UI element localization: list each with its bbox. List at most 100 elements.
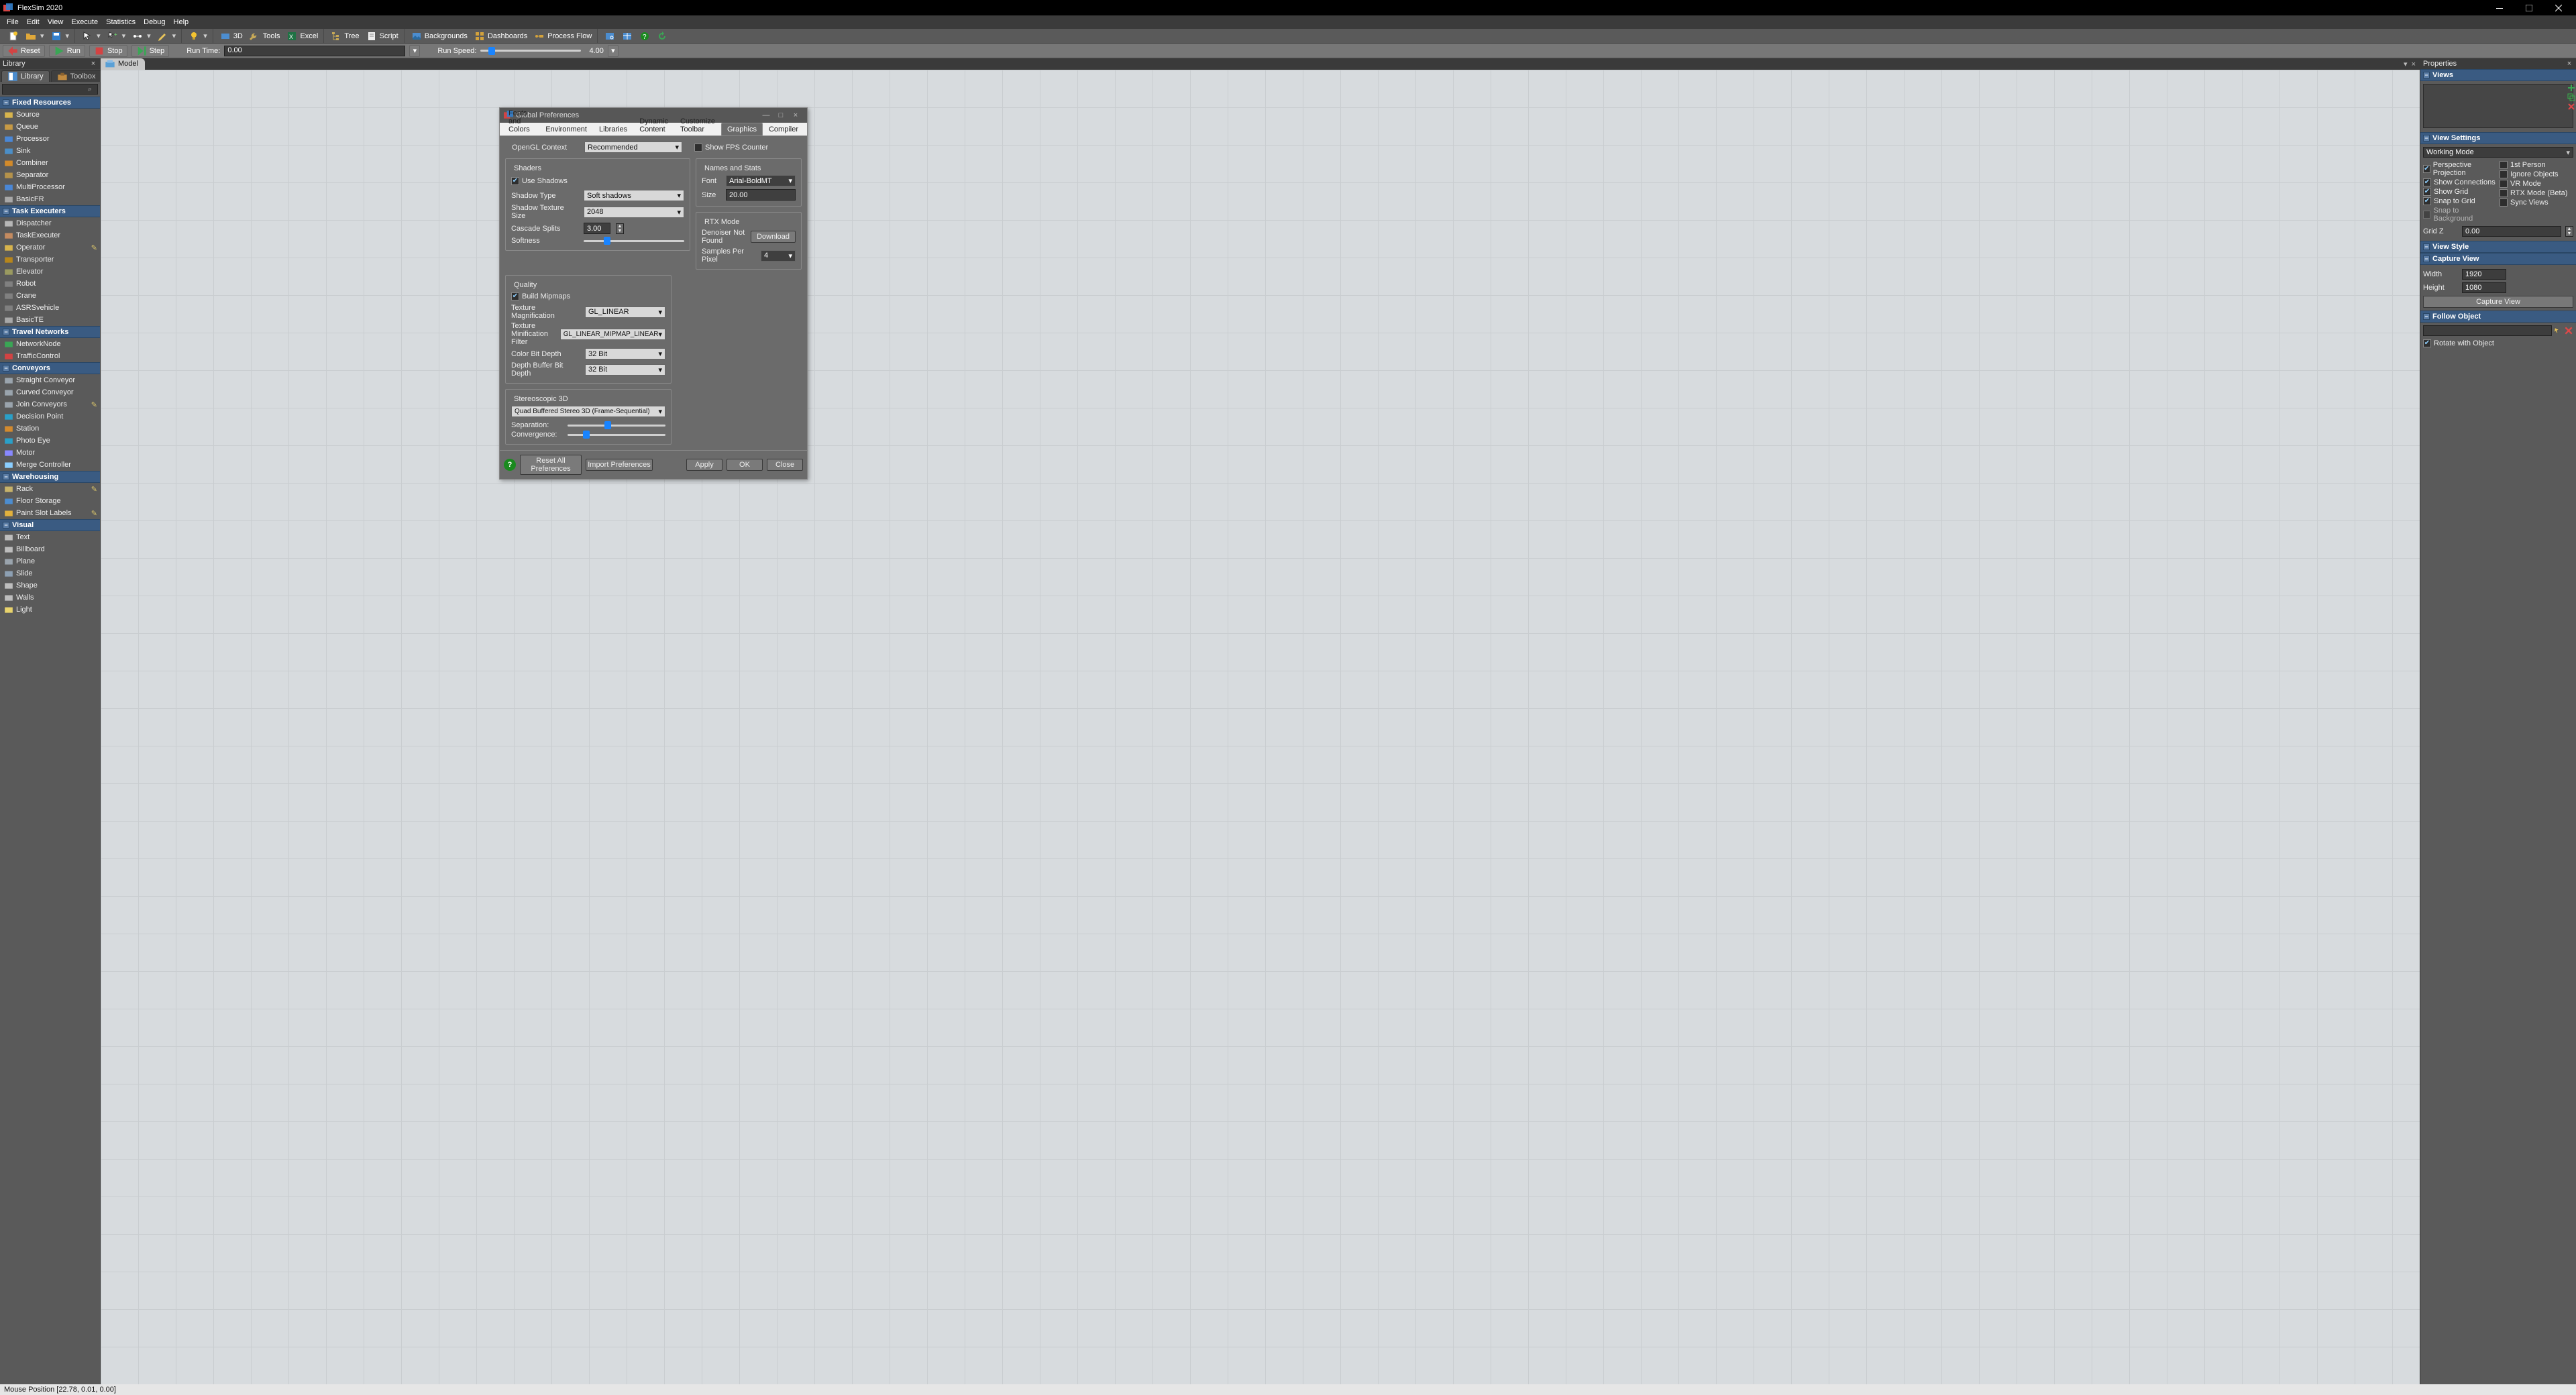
checkbox-1st-person[interactable] bbox=[2500, 161, 2508, 169]
menu-view[interactable]: View bbox=[44, 18, 68, 26]
run-time-dropdown[interactable]: ▾ bbox=[409, 45, 420, 57]
library-item[interactable]: BasicTE bbox=[0, 314, 100, 326]
library-item[interactable]: BasicFR bbox=[0, 193, 100, 205]
depth-buf-select[interactable]: 32 Bit▾ bbox=[585, 364, 665, 376]
library-item[interactable]: TrafficControl bbox=[0, 350, 100, 362]
find-button[interactable] bbox=[602, 30, 618, 42]
library-item[interactable]: Separator bbox=[0, 169, 100, 181]
library-item[interactable]: Light bbox=[0, 604, 100, 616]
library-item[interactable]: Photo Eye bbox=[0, 435, 100, 447]
library-category[interactable]: −Warehousing bbox=[0, 471, 100, 483]
menu-file[interactable]: File bbox=[3, 18, 23, 26]
menu-edit[interactable]: Edit bbox=[23, 18, 44, 26]
apply-button[interactable]: Apply bbox=[686, 459, 722, 471]
use-shadows-checkbox[interactable] bbox=[511, 177, 519, 185]
library-item[interactable]: Join Conveyors✎ bbox=[0, 398, 100, 410]
grid-z-stepper[interactable]: ▲▼ bbox=[2565, 226, 2573, 237]
font-select[interactable]: Arial-BoldMT▾ bbox=[726, 175, 796, 186]
cascade-splits-stepper[interactable]: ▲▼ bbox=[616, 223, 624, 234]
library-item[interactable]: Dispatcher bbox=[0, 217, 100, 229]
reset-button[interactable]: Reset bbox=[3, 45, 45, 57]
maximize-button[interactable] bbox=[2514, 0, 2544, 15]
view-style-section-header[interactable]: − View Style bbox=[2420, 241, 2576, 253]
build-mipmaps-checkbox[interactable] bbox=[511, 292, 519, 300]
checkbox-rtx-mode-beta-[interactable] bbox=[2500, 189, 2508, 197]
library-item[interactable]: Shape bbox=[0, 579, 100, 592]
working-mode-select[interactable]: Working Mode▾ bbox=[2423, 147, 2573, 158]
dialog-tab-environment[interactable]: Environment bbox=[539, 123, 593, 135]
dialog-tab-customize-toolbar[interactable]: Customize Toolbar bbox=[674, 115, 721, 135]
3d-toggle[interactable]: 3D bbox=[217, 30, 246, 42]
convergence-slider[interactable] bbox=[568, 431, 665, 439]
library-tree[interactable]: −Fixed ResourcesSourceQueueProcessorSink… bbox=[0, 97, 100, 1384]
minimize-button[interactable] bbox=[2485, 0, 2514, 15]
edit-tool-button[interactable]: ▾ bbox=[155, 30, 179, 42]
menu-statistics[interactable]: Statistics bbox=[102, 18, 140, 26]
dashboards-button[interactable]: Dashboards bbox=[472, 30, 530, 42]
library-item[interactable]: Crane bbox=[0, 290, 100, 302]
dialog-close-button[interactable]: × bbox=[788, 111, 803, 119]
run-button[interactable]: Run bbox=[49, 45, 85, 57]
dialog-tab-dynamic-content[interactable]: Dynamic Content bbox=[633, 115, 674, 135]
3d-viewport[interactable]: Global Preferences — □ × Fonts and Color… bbox=[101, 70, 2420, 1384]
rotate-with-object-checkbox[interactable] bbox=[2423, 339, 2431, 347]
tab-model[interactable]: Model bbox=[101, 58, 145, 70]
library-category[interactable]: −Fixed Resources bbox=[0, 97, 100, 109]
tools-menu[interactable]: Tools bbox=[247, 30, 283, 42]
library-item[interactable]: Combiner bbox=[0, 157, 100, 169]
library-item[interactable]: Straight Conveyor bbox=[0, 374, 100, 386]
ok-button[interactable]: OK bbox=[727, 459, 763, 471]
help-button[interactable]: ? bbox=[637, 30, 653, 42]
library-item[interactable]: Motor bbox=[0, 447, 100, 459]
process-flow-button[interactable]: Process Flow bbox=[531, 30, 594, 42]
dialog-tab-libraries[interactable]: Libraries bbox=[593, 123, 633, 135]
add-view-button[interactable] bbox=[2567, 84, 2575, 92]
capture-view-button[interactable]: Capture View bbox=[2423, 296, 2573, 308]
run-speed-slider[interactable] bbox=[480, 47, 581, 55]
font-size-input[interactable]: 20.00 bbox=[726, 189, 796, 201]
checkbox-perspective-projection[interactable] bbox=[2423, 165, 2430, 173]
checkbox-vr-mode[interactable] bbox=[2500, 180, 2508, 188]
library-item[interactable]: Elevator bbox=[0, 266, 100, 278]
save-file-button[interactable]: ▾ bbox=[48, 30, 72, 42]
create-tool-button[interactable]: +▾ bbox=[105, 30, 129, 42]
library-close-button[interactable]: × bbox=[89, 60, 97, 68]
views-section-header[interactable]: − Views bbox=[2420, 69, 2576, 81]
follow-object-field[interactable] bbox=[2423, 325, 2552, 336]
color-depth-select[interactable]: 32 Bit▾ bbox=[585, 348, 665, 359]
stop-button[interactable]: Stop bbox=[89, 45, 127, 57]
library-item[interactable]: TaskExecuter bbox=[0, 229, 100, 241]
library-item[interactable]: Merge Controller bbox=[0, 459, 100, 471]
shadow-texture-size-select[interactable]: 2048▾ bbox=[584, 207, 684, 218]
open-file-button[interactable]: ▾ bbox=[23, 30, 47, 42]
capture-width-input[interactable]: 1920 bbox=[2462, 269, 2506, 280]
backgrounds-button[interactable]: Backgrounds bbox=[409, 30, 470, 42]
capture-height-input[interactable]: 1080 bbox=[2462, 282, 2506, 293]
follow-object-section-header[interactable]: − Follow Object bbox=[2420, 311, 2576, 323]
close-button[interactable] bbox=[2544, 0, 2573, 15]
download-button[interactable]: Download bbox=[751, 231, 796, 243]
checkbox-snap-to-grid[interactable] bbox=[2423, 197, 2431, 205]
tex-mag-select[interactable]: GL_LINEAR▾ bbox=[585, 306, 665, 318]
copy-view-button[interactable] bbox=[2567, 93, 2575, 101]
library-item[interactable]: Curved Conveyor bbox=[0, 386, 100, 398]
library-item[interactable]: Walls bbox=[0, 592, 100, 604]
table-button[interactable] bbox=[619, 30, 635, 42]
tex-min-select[interactable]: GL_LINEAR_MIPMAP_LINEAR▾ bbox=[560, 329, 665, 340]
tab-library[interactable]: Library bbox=[1, 70, 50, 82]
import-preferences-button[interactable]: Import Preferences bbox=[586, 459, 653, 471]
color-tool-button[interactable]: ▾ bbox=[186, 30, 210, 42]
tree-button[interactable]: Tree bbox=[328, 30, 362, 42]
library-item[interactable]: Billboard bbox=[0, 543, 100, 555]
library-category[interactable]: −Conveyors bbox=[0, 362, 100, 374]
library-item[interactable]: Slide bbox=[0, 567, 100, 579]
library-item[interactable]: Floor Storage bbox=[0, 495, 100, 507]
properties-close-button[interactable]: × bbox=[2565, 60, 2573, 68]
samples-per-pixel-select[interactable]: 4▾ bbox=[761, 250, 796, 262]
library-item[interactable]: Source bbox=[0, 109, 100, 121]
library-item[interactable]: Decision Point bbox=[0, 410, 100, 423]
delete-view-button[interactable] bbox=[2567, 103, 2575, 111]
show-fps-checkbox[interactable] bbox=[694, 144, 702, 152]
excel-button[interactable]: XExcel bbox=[284, 30, 321, 42]
library-search-input[interactable]: ⌕ bbox=[2, 84, 98, 95]
